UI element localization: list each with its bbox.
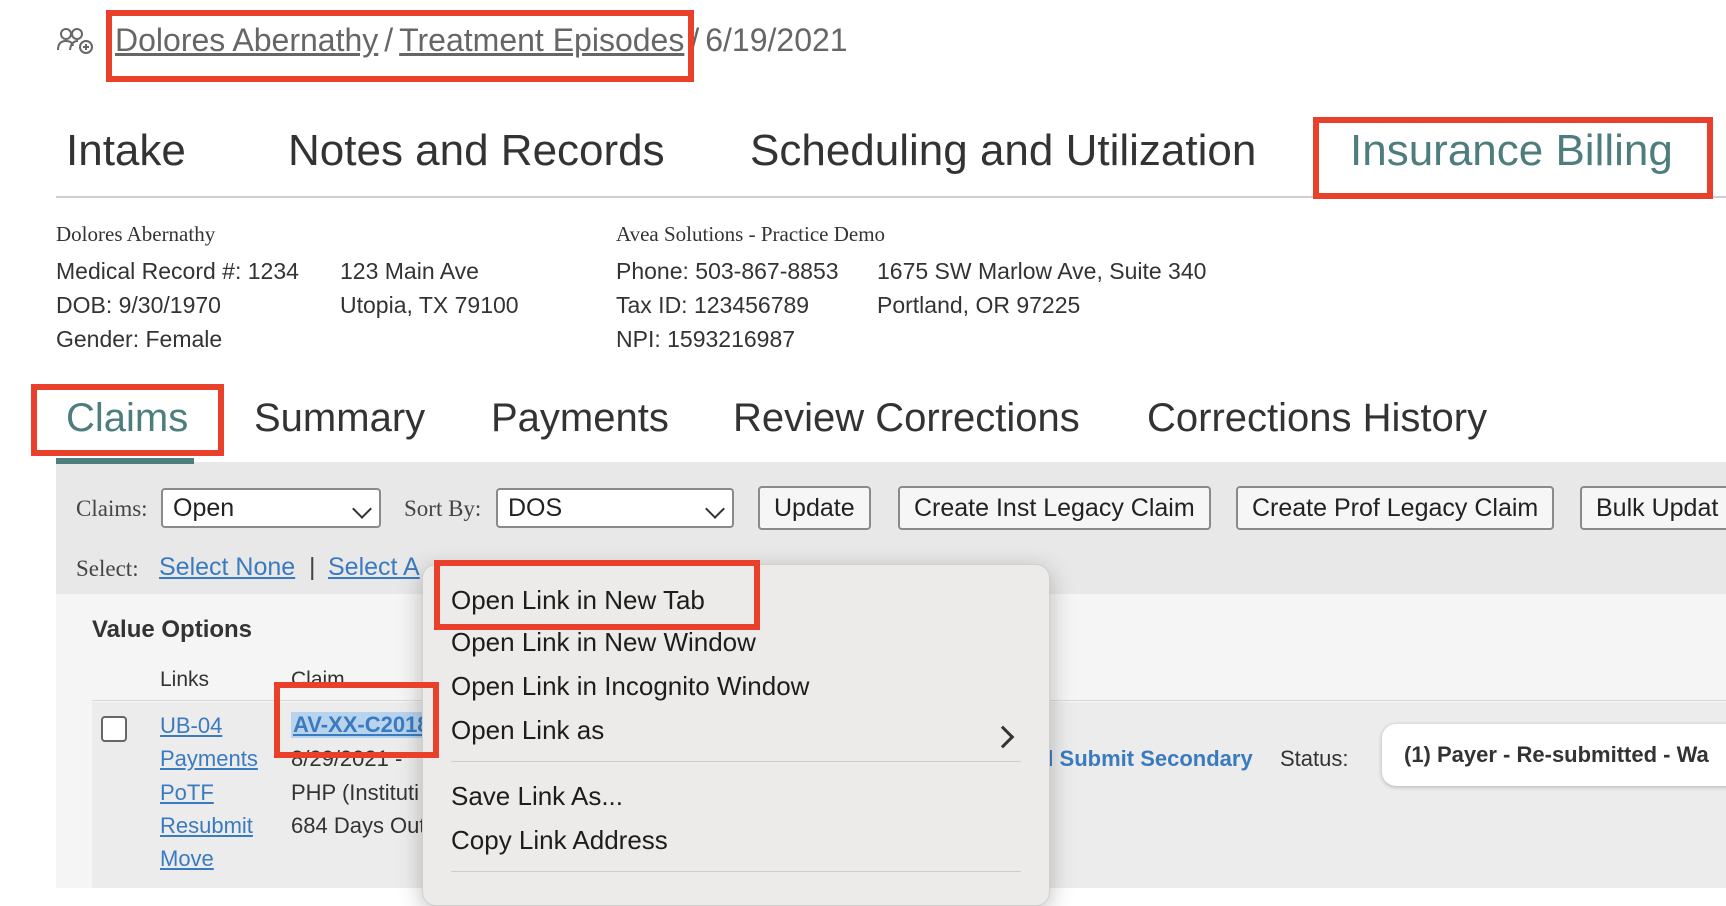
submit-secondary-link[interactable]: d Submit Secondary [1040,746,1253,772]
menu-item-save-link-as[interactable]: Save Link As... [451,781,623,812]
practice-tax-id: Tax ID: 123456789 [616,292,810,318]
patient-address-line2: Utopia, TX 79100 [340,292,519,318]
tab-notes-and-records[interactable]: Notes and Records [288,126,665,176]
menu-divider [451,761,1021,762]
practice-npi: NPI: 1593216987 [616,326,796,352]
column-header-links: Links [160,668,210,691]
sort-by-value: DOS [508,494,563,522]
ub04-link[interactable]: UB-04 [160,713,222,739]
subtab-claims[interactable]: Claims [66,396,188,441]
practice-address-line1: 1675 SW Marlow Ave, Suite 340 [877,258,1207,284]
menu-item-open-incognito[interactable]: Open Link in Incognito Window [451,671,809,702]
breadcrumb-separator: / [690,22,700,58]
menu-item-open-link-as[interactable]: Open Link as [451,715,604,746]
claim-days-out: 684 Days Out [291,813,426,838]
subtab-review-corrections[interactable]: Review Corrections [733,396,1080,441]
select-separator: | [309,553,316,581]
practice-address: 1675 SW Marlow Ave, Suite 340 Portland, … [877,254,1206,322]
patient-address-line1: 123 Main Ave [340,258,479,284]
people-icon [56,26,96,56]
select-all-link[interactable]: Select A [328,553,420,582]
main-tab-bar: Intake Notes and Records Scheduling and … [56,122,1726,198]
subtab-corrections-history[interactable]: Corrections History [1147,396,1487,441]
practice-details: Phone: 503-867-8853 Tax ID: 123456789 NP… [616,254,839,356]
breadcrumb-separator: / [384,22,394,58]
claim-type: PHP (Instituti [291,780,419,805]
claims-status-select[interactable]: Open [161,488,381,528]
patient-dob: DOB: 9/30/1970 [56,292,221,318]
sort-by-label: Sort By: [404,496,482,521]
menu-item-copy-link-address[interactable]: Copy Link Address [451,825,668,856]
practice-phone: Phone: 503-867-8853 [616,258,839,284]
breadcrumb-patient-link[interactable]: Dolores Abernathy [115,22,378,58]
select-none-link[interactable]: Select None [159,553,295,582]
bulk-update-button[interactable]: Bulk Updat [1580,486,1726,530]
sort-by-select[interactable]: DOS [496,488,734,528]
patient-address: 123 Main Ave Utopia, TX 79100 [340,254,519,322]
practice-name: Avea Solutions - Practice Demo [616,222,886,246]
tab-scheduling-and-utilization[interactable]: Scheduling and Utilization [750,126,1256,176]
potf-link[interactable]: PoTF [160,780,214,806]
create-prof-legacy-claim-button[interactable]: Create Prof Legacy Claim [1236,486,1555,530]
active-subtab-indicator [56,458,194,464]
claims-status-value: Open [173,494,235,522]
tab-intake[interactable]: Intake [66,126,186,176]
subtab-payments[interactable]: Payments [491,396,669,441]
practice-address-line2: Portland, OR 97225 [877,292,1081,318]
patient-details: Medical Record #: 1234 DOB: 9/30/1970 Ge… [56,254,299,356]
breadcrumb: Dolores Abernathy / Treatment Episodes/6/1… [115,22,848,59]
status-label: Status: [1280,746,1349,771]
tab-insurance-billing[interactable]: Insurance Billing [1350,126,1673,176]
row-select-checkbox[interactable] [101,716,127,742]
column-header-claim: Claim [291,668,345,691]
resubmit-link[interactable]: Resubmit [160,813,253,839]
claims-filter-label: Claims: [76,496,148,521]
update-button[interactable]: Update [758,486,871,530]
context-menu: Open Link in New Tab Open Link in New Wi… [422,564,1050,906]
payments-link[interactable]: Payments [160,746,258,772]
chevron-down-icon [352,499,372,519]
patient-name: Dolores Abernathy [56,222,216,246]
menu-item-open-new-tab[interactable]: Open Link in New Tab [451,585,705,616]
value-options-heading: Value Options [92,616,253,643]
menu-divider [451,871,1021,872]
chevron-right-icon [991,725,1015,749]
move-link[interactable]: Move [160,846,214,872]
breadcrumb-treatment-episodes-link[interactable]: Treatment Episodes [399,22,684,58]
claim-date-range: 8/29/2021 - [291,746,403,771]
medical-record-number: Medical Record #: 1234 [56,258,299,284]
subtab-summary[interactable]: Summary [254,396,425,441]
menu-item-open-new-window[interactable]: Open Link in New Window [451,627,756,658]
breadcrumb-date: 6/19/2021 [705,22,848,58]
chevron-down-icon [705,499,725,519]
select-label: Select: [76,556,139,581]
status-badge[interactable]: (1) Payer - Re-submitted - Wa [1382,724,1726,786]
create-inst-legacy-claim-button[interactable]: Create Inst Legacy Claim [898,486,1211,530]
claim-id-link[interactable]: AV-XX-C2018 [291,712,432,738]
patient-gender: Gender: Female [56,326,223,352]
